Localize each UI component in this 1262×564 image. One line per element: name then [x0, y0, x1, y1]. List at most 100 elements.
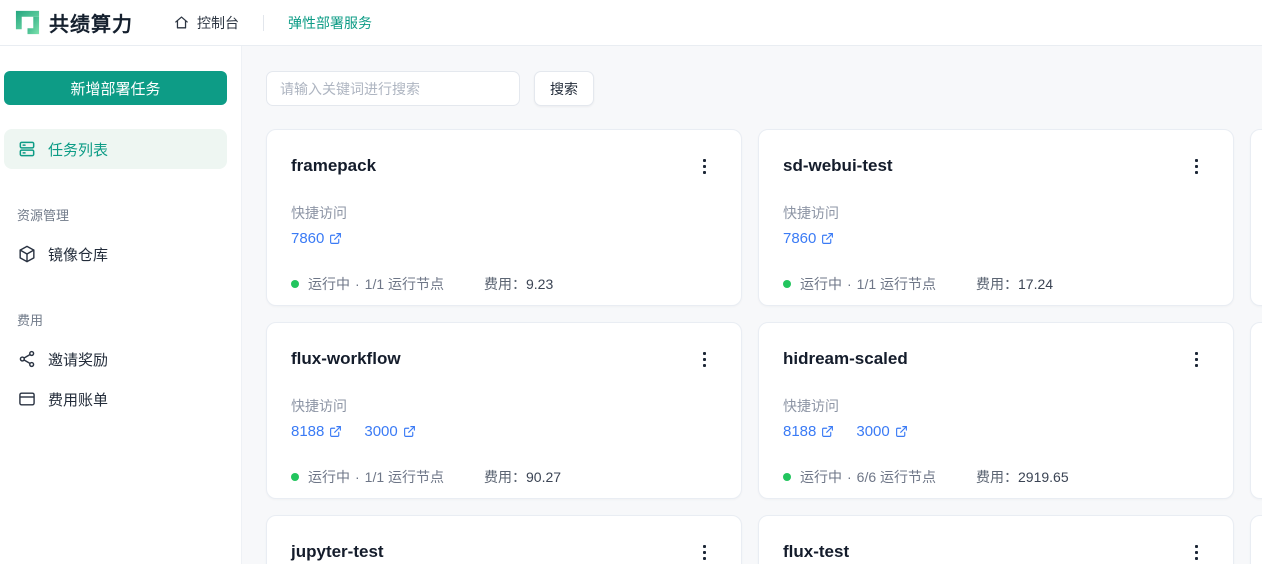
logo-icon — [14, 9, 41, 36]
kebab-menu-button[interactable] — [691, 539, 717, 564]
sidebar-section-resources: 资源管理 — [17, 208, 70, 223]
nodes-text: 1/1 运行节点 — [856, 276, 937, 292]
card-title: flux-workflow — [291, 349, 401, 368]
port-link[interactable]: 7860 — [783, 230, 834, 247]
kebab-menu-button[interactable] — [691, 153, 717, 179]
sidebar-section-billing: 费用 — [17, 313, 44, 328]
status-text: 运行中 — [800, 469, 842, 485]
share-nodes-icon — [17, 349, 37, 369]
card-header: framepack — [291, 154, 717, 178]
status-text: 运行中 — [308, 469, 350, 485]
sidebar-item-invite-rewards[interactable]: 邀请奖励 — [4, 339, 227, 379]
card-title: sd-webui-test — [783, 156, 893, 175]
status-dot-icon — [783, 473, 791, 481]
server-stack-icon — [17, 139, 37, 159]
status-text: 运行中 — [800, 276, 842, 292]
kebab-menu-button[interactable] — [691, 346, 717, 372]
port-number: 7860 — [783, 230, 817, 247]
status-dot-icon — [291, 473, 299, 481]
card-status-row: 运行中 · 6/6 运行节点 费用：2919.65 — [783, 467, 1209, 487]
nodes-text: 6/6 运行节点 — [856, 469, 937, 485]
task-card[interactable]: flux-workflow 快捷访问 8188 3000 运行中 · 1/1 运行… — [266, 322, 742, 499]
card-status-row: 运行中 · 1/1 运行节点 费用：9.23 — [291, 274, 717, 294]
brand-logo[interactable]: 共绩算力 — [14, 8, 133, 37]
sidebar-item-image-repo[interactable]: 镜像仓库 — [4, 234, 227, 274]
port-links: 8188 3000 — [783, 423, 1209, 440]
search-button[interactable]: 搜索 — [534, 71, 594, 106]
card-header: sd-webui-test — [783, 154, 1209, 178]
cost-label: 费用： — [484, 276, 526, 292]
sidebar-item-label: 邀请奖励 — [48, 351, 109, 369]
status-separator: · — [847, 469, 852, 485]
task-card[interactable]: hidream-scaled 快捷访问 8188 3000 运行中 · 6/6 运… — [758, 322, 1234, 499]
task-card[interactable]: framepack 快捷访问 7860 运行中 · 1/1 运行节点 费用：9.… — [266, 129, 742, 306]
card-header: jupyter-test — [291, 540, 717, 564]
status-dot-icon — [783, 280, 791, 288]
port-links: 7860 — [291, 230, 717, 247]
home-icon — [173, 14, 190, 31]
task-card[interactable] — [1250, 129, 1262, 306]
quick-access-section: 快捷访问 7860 — [783, 203, 1209, 247]
search-input[interactable] — [266, 71, 520, 106]
cost-value: 90.27 — [526, 469, 562, 485]
nav-service-label: 弹性部署服务 — [288, 14, 372, 31]
status-separator: · — [355, 276, 360, 292]
kebab-menu-button[interactable] — [1183, 346, 1209, 372]
port-number: 7860 — [291, 230, 325, 247]
port-link[interactable]: 3000 — [856, 423, 907, 440]
cost: 费用：17.24 — [976, 274, 1053, 294]
port-links: 7860 — [783, 230, 1209, 247]
card-title: hidream-scaled — [783, 349, 908, 368]
task-card[interactable]: sd-webui-test 快捷访问 7860 运行中 · 1/1 运行节点 费… — [758, 129, 1234, 306]
cost-label: 费用： — [976, 469, 1018, 485]
cost-value: 17.24 — [1018, 276, 1054, 292]
sidebar-item-label: 镜像仓库 — [48, 246, 109, 264]
port-link[interactable]: 8188 — [291, 423, 342, 440]
quick-access-section: 快捷访问 8188 3000 — [291, 396, 717, 440]
nav-console-link[interactable]: 控制台 — [173, 13, 239, 33]
nav-console-label: 控制台 — [197, 14, 239, 31]
task-card[interactable] — [1250, 322, 1262, 499]
quick-access-label: 快捷访问 — [783, 398, 839, 414]
external-link-icon — [895, 425, 908, 438]
sidebar-item-task-list[interactable]: 任务列表 — [4, 129, 227, 169]
cost-value: 9.23 — [526, 276, 554, 292]
sidebar: 新增部署任务 任务列表 资源管理 镜像仓库 费用 邀请奖励 费用账单 — [0, 46, 242, 564]
status-text: 运行中 — [308, 276, 350, 292]
main-content: 搜索 framepack 快捷访问 7860 运行中 · 1/1 运行节点 费用… — [242, 46, 1262, 564]
external-link-icon — [329, 232, 342, 245]
kebab-menu-button[interactable] — [1183, 153, 1209, 179]
nodes-text: 1/1 运行节点 — [364, 276, 445, 292]
topbar: 共绩算力 控制台 弹性部署服务 — [0, 0, 1262, 46]
cost-label: 费用： — [976, 276, 1018, 292]
cost-value: 2919.65 — [1018, 469, 1069, 485]
cost: 费用：9.23 — [484, 274, 553, 294]
port-number: 8188 — [783, 423, 817, 440]
card-title: flux-test — [783, 542, 850, 561]
port-link[interactable]: 3000 — [364, 423, 415, 440]
external-link-icon — [329, 425, 342, 438]
card-title: framepack — [291, 156, 377, 175]
card-title: jupyter-test — [291, 542, 384, 561]
kebab-menu-button[interactable] — [1183, 539, 1209, 564]
external-link-icon — [821, 232, 834, 245]
nav-divider — [263, 14, 264, 31]
sidebar-item-label: 费用账单 — [48, 391, 109, 409]
task-card[interactable]: jupyter-test — [266, 515, 742, 564]
task-card[interactable]: flux-test — [758, 515, 1234, 564]
external-link-icon — [403, 425, 416, 438]
sidebar-item-billing[interactable]: 费用账单 — [4, 379, 227, 419]
card-header: flux-workflow — [291, 347, 717, 371]
bill-card-icon — [17, 389, 37, 409]
port-link[interactable]: 8188 — [783, 423, 834, 440]
new-deploy-task-button[interactable]: 新增部署任务 — [4, 71, 227, 105]
port-number: 8188 — [291, 423, 325, 440]
card-status-row: 运行中 · 1/1 运行节点 费用：90.27 — [291, 467, 717, 487]
package-cube-icon — [17, 244, 37, 264]
quick-access-label: 快捷访问 — [783, 205, 839, 221]
nav-service-link[interactable]: 弹性部署服务 — [288, 13, 372, 33]
external-link-icon — [821, 425, 834, 438]
task-card[interactable] — [1250, 515, 1262, 564]
status-dot-icon — [291, 280, 299, 288]
port-link[interactable]: 7860 — [291, 230, 342, 247]
